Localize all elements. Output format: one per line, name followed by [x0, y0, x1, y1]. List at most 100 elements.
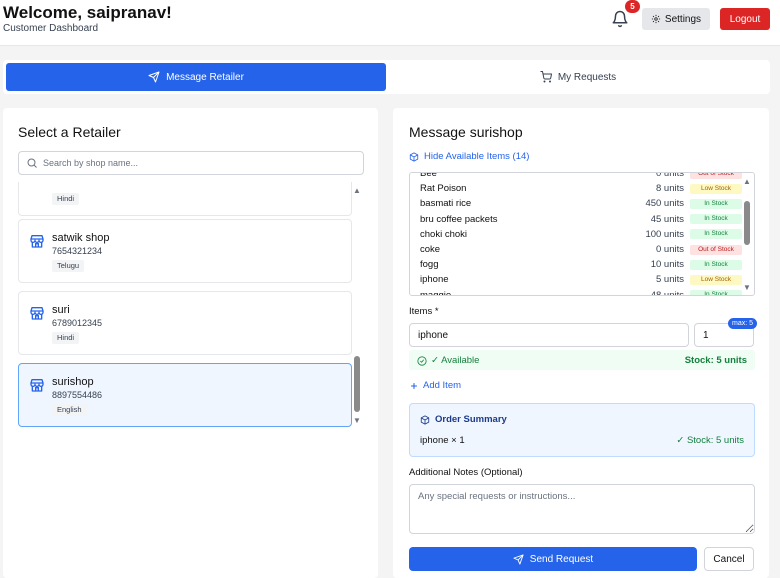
notes-textarea[interactable] — [409, 484, 755, 534]
stock-status-badge: Low Stock — [690, 183, 742, 194]
tab-label: Message Retailer — [166, 71, 244, 83]
availability-text: ✓ Available — [431, 355, 480, 366]
stock-item-name: coke — [420, 244, 441, 256]
toggle-available-items[interactable]: Hide Available Items (14) — [409, 151, 529, 162]
top-header: Welcome, saipranav! Customer Dashboard 5… — [0, 0, 780, 46]
stock-item-name: fogg — [420, 259, 439, 271]
order-summary: Order Summary iphone × 1 ✓ Stock: 5 unit… — [409, 403, 755, 457]
stock-item-units: 45 units — [650, 213, 684, 225]
store-icon — [29, 377, 45, 393]
stock-item-units: 8 units — [656, 183, 684, 195]
store-icon — [29, 233, 45, 249]
send-icon — [148, 71, 160, 83]
toggle-label: Hide Available Items (14) — [424, 151, 530, 162]
stock-item-row: basmati rice 450 units In Stock — [410, 196, 742, 211]
stock-status-badge: In Stock — [690, 198, 742, 209]
retailer-name: suri — [52, 304, 70, 316]
stock-status-badge: Out of Stock — [690, 244, 742, 255]
stock-item-row: Rat Poison 8 units Low Stock — [410, 181, 742, 196]
scroll-up-arrow[interactable]: ▲ — [743, 177, 751, 186]
add-item-button[interactable]: Add Item — [409, 380, 461, 391]
welcome-heading: Welcome, saipranav! — [3, 3, 172, 22]
available-items-list[interactable]: Bee 0 units Out of Stock Rat Poison 8 units L… — [409, 172, 755, 296]
language-badge: Telugu — [52, 260, 85, 272]
stock-item-row: iphone 5 units Low Stock — [410, 272, 742, 287]
stock-item-units: 100 units — [645, 228, 684, 240]
stock-status-badge: In Stock — [690, 290, 742, 295]
summary-title: Order Summary — [435, 414, 507, 425]
retailer-card[interactable]: suri 6789012345 Hindi — [18, 291, 352, 355]
language-badge: Hindi — [52, 193, 80, 205]
notes-label: Additional Notes (Optional) — [409, 467, 523, 478]
language-badge: English — [52, 404, 87, 416]
stock-item-units: 5 units — [656, 274, 684, 286]
stock-item-row: maggie 48 units In Stock — [410, 288, 742, 296]
add-item-label: Add Item — [423, 380, 462, 391]
stock-status-badge: Low Stock — [690, 274, 742, 285]
check-circle-icon — [417, 355, 427, 366]
items-list-scrollbar[interactable] — [744, 201, 750, 245]
retailer-card[interactable]: satwik shop 7654321234 Telugu — [18, 219, 352, 283]
send-icon — [513, 553, 524, 565]
stock-item-name: basmati rice — [420, 198, 472, 210]
retailer-name: surishop — [52, 376, 94, 388]
retailer-name: satwik shop — [52, 232, 110, 244]
summary-item: iphone × 1 — [420, 435, 465, 446]
retailer-phone: 6789012345 — [52, 318, 103, 328]
retailer-phone: 7654321234 — [52, 246, 103, 256]
message-panel-title: Message surishop — [409, 124, 523, 140]
stock-status-badge: In Stock — [690, 214, 742, 225]
stock-status-badge: Out of Stock — [690, 173, 742, 179]
stock-item-row: choki choki 100 units In Stock — [410, 227, 742, 242]
send-request-button[interactable]: Send Request — [409, 547, 697, 571]
stock-item-row: coke 0 units Out of Stock — [410, 242, 742, 257]
items-label: Items * — [409, 306, 439, 317]
retailer-card-selected[interactable]: surishop 8897554486 English — [18, 363, 352, 427]
scroll-down-arrow[interactable]: ▼ — [743, 283, 751, 292]
main-tabs: Message Retailer My Requests — [3, 60, 770, 94]
gear-icon — [651, 14, 661, 24]
cancel-button[interactable]: Cancel — [704, 547, 754, 571]
stock-item-name: Rat Poison — [420, 183, 467, 195]
stock-item-name: maggie — [420, 289, 452, 296]
stock-status-badge: In Stock — [690, 259, 742, 270]
dashboard-subtitle: Customer Dashboard — [3, 23, 99, 34]
scroll-up-arrow[interactable]: ▲ — [353, 186, 361, 195]
search-icon — [26, 157, 38, 169]
logout-button[interactable]: Logout — [720, 8, 770, 30]
plus-icon — [409, 381, 419, 391]
stock-status-badge: In Stock — [690, 229, 742, 240]
retailer-card[interactable]: Hindi — [18, 182, 352, 216]
stock-item-units: 48 units — [650, 289, 684, 296]
send-label: Send Request — [529, 553, 594, 565]
stock-item-row: Bee 0 units Out of Stock — [410, 172, 742, 181]
retailer-list[interactable]: Hindi satwik shop 7654321234 Telugu suri… — [18, 182, 354, 434]
stock-item-name: choki choki — [420, 228, 467, 240]
language-badge: Hindi — [52, 332, 80, 344]
tab-my-requests[interactable]: My Requests — [388, 63, 768, 91]
cart-icon — [540, 71, 552, 83]
settings-label: Settings — [664, 13, 702, 25]
stock-item-units: 0 units — [656, 244, 684, 256]
retailer-phone: 8897554486 — [52, 390, 103, 400]
search-input[interactable] — [43, 156, 353, 170]
summary-stock: ✓ Stock: 5 units — [676, 435, 744, 446]
scroll-down-arrow[interactable]: ▼ — [353, 416, 361, 425]
settings-button[interactable]: Settings — [642, 8, 710, 30]
bell-icon[interactable] — [611, 10, 629, 28]
retailer-search[interactable] — [18, 151, 364, 175]
tab-label: My Requests — [557, 71, 617, 83]
tab-message-retailer[interactable]: Message Retailer — [6, 63, 386, 91]
stock-item-name: iphone — [420, 274, 449, 286]
retailer-panel-title: Select a Retailer — [18, 124, 121, 140]
availability-stock: Stock: 5 units — [684, 355, 747, 366]
stock-item-units: 10 units — [650, 259, 684, 271]
retailer-list-scrollbar[interactable] — [354, 356, 360, 412]
item-name-input[interactable]: iphone — [409, 323, 689, 347]
stock-item-units: 450 units — [645, 198, 684, 210]
stock-item-units: 0 units — [656, 172, 684, 180]
store-icon — [29, 305, 45, 321]
stock-item-name: bru coffee packets — [420, 213, 498, 225]
stock-item-name: Bee — [420, 172, 437, 180]
notification-badge: 5 — [625, 0, 640, 13]
